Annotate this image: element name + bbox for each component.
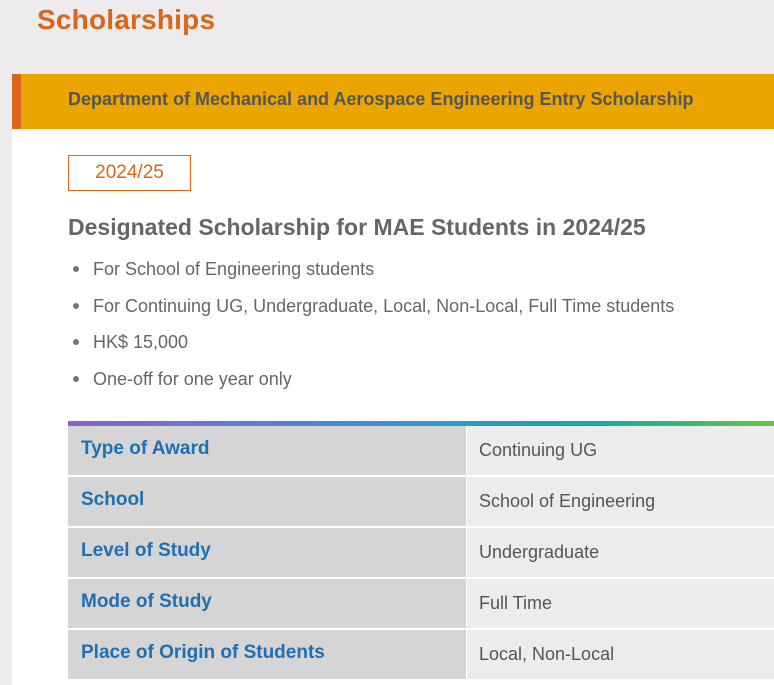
list-item: One-off for one year only bbox=[68, 366, 674, 403]
bullet-icon bbox=[73, 375, 79, 382]
detail-label-level-of-study: Level of Study bbox=[68, 528, 466, 577]
detail-value-mode-of-study: Full Time bbox=[467, 579, 774, 628]
detail-label-type-of-award: Type of Award bbox=[68, 426, 466, 475]
list-item: HK$ 15,000 bbox=[68, 329, 674, 366]
page-title: Scholarships bbox=[37, 4, 216, 35]
scholarship-header[interactable]: Department of Mechanical and Aerospace E… bbox=[12, 74, 774, 129]
table-row: School School of Engineering bbox=[68, 477, 774, 526]
scholarship-header-title[interactable]: Department of Mechanical and Aerospace E… bbox=[68, 89, 693, 110]
scholarship-title: Designated Scholarship for MAE Students … bbox=[68, 214, 646, 240]
table-row: Level of Study Undergraduate bbox=[68, 528, 774, 577]
list-item-text: For Continuing UG, Undergraduate, Local,… bbox=[93, 295, 675, 316]
table-row: Place of Origin of Students Local, Non-L… bbox=[68, 630, 774, 679]
detail-label-place-of-origin: Place of Origin of Students bbox=[68, 630, 466, 679]
header-accent-bar bbox=[12, 74, 21, 129]
scholarship-card: Department of Mechanical and Aerospace E… bbox=[12, 74, 774, 685]
list-item: For School of Engineering students bbox=[68, 256, 674, 293]
bullet-icon bbox=[73, 266, 79, 272]
table-row: Type of Award Continuing UG bbox=[68, 426, 774, 475]
detail-label-school: School bbox=[68, 477, 466, 526]
year-badge: 2024/25 bbox=[68, 155, 191, 191]
detail-value-place-of-origin: Local, Non-Local bbox=[467, 630, 774, 679]
list-item-text: For School of Engineering students bbox=[93, 259, 375, 279]
scholarship-details-table: Type of Award Continuing UG School Schoo… bbox=[68, 421, 774, 681]
bullet-icon bbox=[73, 339, 79, 345]
list-item: For Continuing UG, Undergraduate, Local,… bbox=[68, 293, 674, 330]
detail-value-type-of-award: Continuing UG bbox=[467, 426, 774, 475]
list-item-text: HK$ 15,000 bbox=[93, 332, 189, 352]
table-row: Mode of Study Full Time bbox=[68, 579, 774, 628]
detail-value-school: School of Engineering bbox=[467, 477, 774, 526]
bullet-icon bbox=[73, 302, 79, 309]
detail-value-level-of-study: Undergraduate bbox=[467, 528, 774, 577]
detail-label-mode-of-study: Mode of Study bbox=[68, 579, 466, 628]
scholarship-info-list: For School of Engineering students For C… bbox=[68, 256, 674, 402]
list-item-text: One-off for one year only bbox=[93, 368, 292, 389]
